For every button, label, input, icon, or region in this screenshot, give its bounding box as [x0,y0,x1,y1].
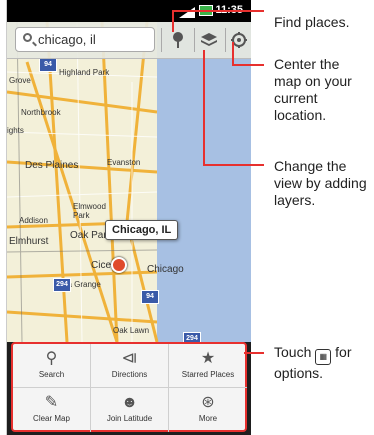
options-menu-frame: ⚲ Search ⧏ Directions ★ Starred Places ✎… [11,342,247,432]
map-label: Chicago [147,264,184,275]
more-icon: ⊛ [201,394,215,411]
map-pin-icon[interactable] [111,257,127,273]
highway-shield: 94 [141,290,159,304]
menu-label: Directions [111,370,148,379]
callout-center-map: Center the map on your current location. [274,56,352,123]
map-label: Elmhurst [9,236,49,247]
menu-item-join-latitude[interactable]: ☻ Join Latitude [91,388,169,432]
map-label: Oak Lawn [113,326,150,335]
menu-label: Join Latitude [106,414,153,423]
menu-label: Clear Map [33,414,70,423]
map-label: Northbrook [21,108,61,117]
my-location-icon[interactable] [226,27,252,53]
location-popup[interactable]: Chicago, IL [105,220,179,240]
menu-item-more[interactable]: ⊛ More [169,388,247,432]
callout-line [203,164,264,166]
menu-label: Search [38,370,65,379]
callout-line [244,352,264,354]
toolbar-divider [194,28,195,52]
toolbar-divider [161,28,162,52]
map-view[interactable]: Grove Highland Park Northbrook ights Des… [7,22,251,342]
layers-icon[interactable] [196,27,222,53]
map-toolbar: chicago, il [7,22,251,59]
map-label: Elmwood Park [73,202,106,220]
star-icon: ★ [200,350,216,367]
menu-key-icon: ▦ [315,349,332,365]
callout-line [203,50,205,166]
callout-line [232,64,264,66]
callout-line [172,10,264,12]
menu-item-starred-places[interactable]: ★ Starred Places [169,344,247,388]
map-label: Evanston [107,158,141,167]
map-label: Des Plaines [25,160,79,171]
search-value: chicago, il [38,32,96,47]
callout-line [172,10,174,32]
menu-item-search[interactable]: ⚲ Search [13,344,91,388]
menu-label: More [198,414,218,423]
clear-map-icon: ✎ [44,394,59,411]
menu-label: Starred Places [181,370,235,379]
menu-item-clear-map[interactable]: ✎ Clear Map [13,388,91,432]
map-label: Grove [9,76,31,85]
highway-shield: 294 [53,278,71,292]
callout-layers: Change the view by adding layers. [274,158,367,208]
callout-menu-pre: Touch [274,344,312,360]
callout-find-places: Find places. [274,14,350,30]
search-icon: ⚲ [45,350,58,367]
search-input[interactable]: chicago, il [15,27,155,52]
highway-shield: 294 [183,332,201,342]
callout-menu: Touch ▦ for options. [274,344,372,382]
highway-shield: 94 [39,58,57,72]
menu-item-directions[interactable]: ⧏ Directions [91,344,169,388]
phone-screen: 11:35 Grove Highland Park Northbrook igh… [6,0,251,435]
map-label: ights [7,126,24,135]
map-label: Highland Park [59,68,110,77]
options-menu: ⚲ Search ⧏ Directions ★ Starred Places ✎… [7,342,251,435]
search-icon [23,33,32,42]
latitude-icon: ☻ [121,394,138,411]
map-label: Addison [19,216,48,225]
callout-line [232,42,234,66]
directions-icon: ⧏ [121,350,138,367]
place-pin-icon[interactable] [165,27,191,53]
